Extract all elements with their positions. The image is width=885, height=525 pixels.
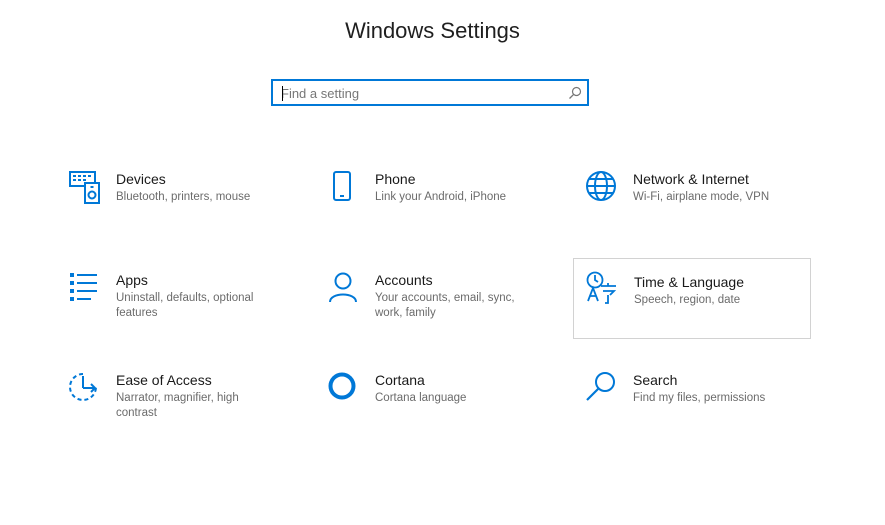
settings-tile-accounts[interactable]: Accounts Your accounts, email, sync, wor… [328,272,566,352]
settings-tile-cortana[interactable]: Cortana Cortana language [328,372,566,452]
tile-description: Narrator, magnifier, high contrast [116,392,239,419]
settings-tile-network[interactable]: Network & Internet Wi-Fi, airplane mode,… [586,171,824,251]
text-caret [282,86,283,101]
search-box[interactable] [271,79,589,106]
person-icon [329,272,357,303]
tile-description: Your accounts, email, sync, work, family [375,292,515,319]
search-input[interactable] [281,84,561,102]
tile-description: Bluetooth, printers, mouse [116,191,251,203]
settings-tile-search[interactable]: Search Find my files, permissions [586,372,824,452]
cortana-circle-icon [328,372,356,400]
tile-description: Speech, region, date [634,294,741,306]
tile-label: Ease of Access [116,372,212,388]
tile-description: Cortana language [375,392,467,404]
globe-icon [586,171,616,201]
settings-tile-ease-of-access[interactable]: Ease of Access Narrator, magnifier, high… [69,372,307,452]
settings-tile-apps[interactable]: Apps Uninstall, defaults, optional featu… [69,272,307,352]
tile-label: Search [633,372,678,388]
tile-description: Find my files, permissions [633,392,766,404]
time-language-icon [586,271,617,304]
phone-icon [333,171,351,201]
devices-icon [69,171,100,204]
ease-of-access-icon [69,373,97,401]
tile-label: Phone [375,171,416,187]
settings-tile-phone[interactable]: Phone Link your Android, iPhone [328,171,566,251]
settings-tile-time-language[interactable]: Time & Language Speech, region, date [573,258,811,339]
tile-description: Wi-Fi, airplane mode, VPN [633,191,770,203]
tile-label: Network & Internet [633,171,749,187]
settings-tile-devices[interactable]: Devices Bluetooth, printers, mouse [69,171,307,251]
tile-label: Devices [116,171,166,187]
search-magnifier-icon [586,372,615,401]
tile-label: Cortana [375,372,425,388]
tile-description: Link your Android, iPhone [375,191,507,203]
tile-description: Uninstall, defaults, optional features [116,292,254,319]
tile-label: Apps [116,272,148,288]
search-icon[interactable] [568,86,582,100]
page-title: Windows Settings [345,18,520,43]
apps-list-icon [70,273,97,301]
tile-label: Accounts [375,272,433,288]
tile-label: Time & Language [634,274,744,290]
